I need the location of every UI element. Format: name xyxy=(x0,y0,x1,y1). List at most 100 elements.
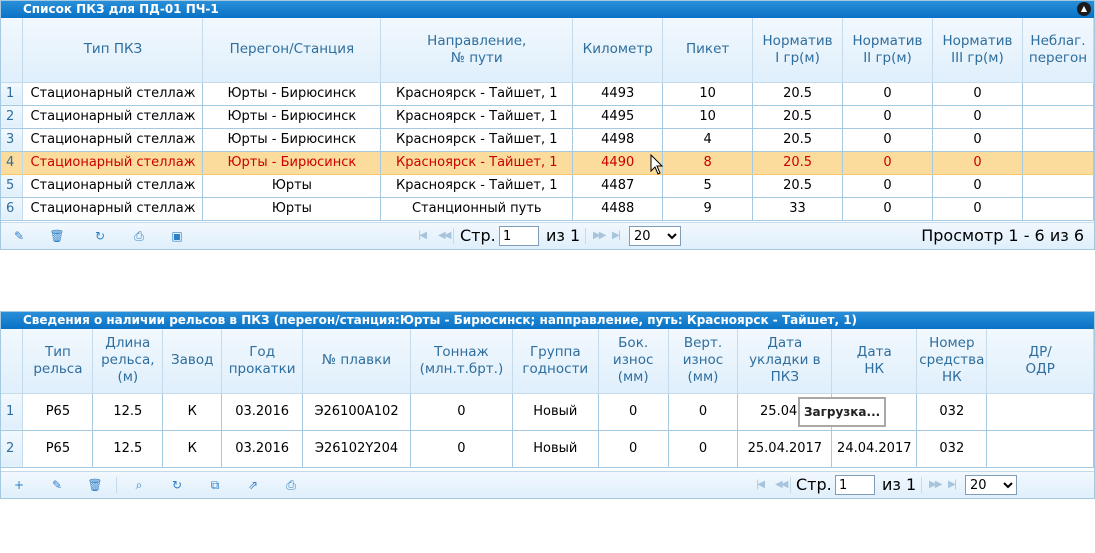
column-header[interactable]: Верт. износ (мм) xyxy=(668,329,739,394)
table-cell: 0 xyxy=(932,197,1023,221)
table-cell xyxy=(1022,128,1095,152)
column-header[interactable]: Дата укладки в ПКЗ xyxy=(737,329,833,394)
rails-title: Сведения о наличии рельсов в ПКЗ (перего… xyxy=(1,312,1094,329)
column-header[interactable]: ДР/ ОДР xyxy=(986,329,1094,394)
row-number: 4 xyxy=(1,151,24,175)
table-cell: 0 xyxy=(932,128,1023,152)
table-cell: Юрты - Бирюсинск xyxy=(202,105,382,129)
add-icon[interactable]: + xyxy=(10,476,28,494)
table-cell: Юрты - Бирюсинск xyxy=(202,82,382,106)
table-row[interactable]: 6 Стационарный стеллаж Юрты Станционный пут… xyxy=(1,197,1095,221)
column-header[interactable]: Бок. износ (мм) xyxy=(598,329,669,394)
column-header[interactable]: Год прокатки xyxy=(221,329,304,394)
delete-icon[interactable]: 🗑 xyxy=(86,476,104,494)
prev-page-icon[interactable]: ◀◀ xyxy=(438,227,451,245)
column-header[interactable]: Тип рельса xyxy=(22,329,94,394)
column-header[interactable]: Тип ПКЗ xyxy=(22,18,204,83)
column-header[interactable]: Норматив I гр(м) xyxy=(752,18,844,83)
table-cell: 0 xyxy=(598,430,669,468)
edit-icon[interactable]: ✎ xyxy=(48,476,66,494)
pkz-pager: ✎ 🗑 ↻ ⎙ ▣ |◀ ◀◀ Стр. из 1 ▶▶ ▶| 20 Просм… xyxy=(1,222,1094,249)
print-icon[interactable]: ⎙ xyxy=(130,227,148,245)
page-size-select[interactable]: 20 xyxy=(629,226,681,246)
table-cell xyxy=(1022,151,1095,175)
mouse-cursor-icon xyxy=(650,154,664,175)
column-header[interactable]: Группа годности xyxy=(512,329,599,394)
table-cell: 4495 xyxy=(572,105,664,129)
refresh-icon[interactable]: ↻ xyxy=(91,227,109,245)
table-cell: 12.5 xyxy=(92,430,164,468)
last-page-icon[interactable]: ▶| xyxy=(948,476,957,494)
column-header[interactable]: Перегон/Станция xyxy=(202,18,382,83)
table-cell: Юрты xyxy=(202,197,382,221)
table-row[interactable]: 4 Стационарный стеллаж Юрты - Бирюсинск Кра… xyxy=(1,151,1095,175)
row-number: 2 xyxy=(1,105,24,129)
table-cell xyxy=(1022,82,1095,106)
table-cell: 20.5 xyxy=(752,128,844,152)
table-cell xyxy=(1022,174,1095,198)
table-cell: Юрты - Бирюсинск xyxy=(202,151,382,175)
column-header[interactable]: Норматив II гр(м) xyxy=(842,18,933,83)
table-cell: 032 xyxy=(916,430,988,468)
column-header[interactable]: Дата НК xyxy=(831,329,918,394)
collapse-icon[interactable]: ▲ xyxy=(1077,2,1091,16)
table-row[interactable]: 3 Стационарный стеллаж Юрты - Бирюсинск Кра… xyxy=(1,128,1095,152)
refresh-icon[interactable]: ↻ xyxy=(168,476,186,494)
table-cell: 0 xyxy=(842,151,933,175)
image-icon[interactable]: ▣ xyxy=(168,227,186,245)
table-cell: К xyxy=(162,393,223,431)
first-page-icon[interactable]: |◀ xyxy=(756,476,765,494)
table-cell: 0 xyxy=(668,430,739,468)
table-cell: 0 xyxy=(932,82,1023,106)
table-cell: 0 xyxy=(842,197,933,221)
rails-table: Тип рельса Длина рельса, (м) Завод Год прок… xyxy=(1,329,1094,468)
table-row[interactable]: 2 Стационарный стеллаж Юрты - Бирюсинск Кра… xyxy=(1,105,1095,129)
column-header[interactable]: Неблаг. перегон xyxy=(1022,18,1095,83)
table-cell: 032 xyxy=(916,393,988,431)
table-row[interactable]: 1 Р65 12.5 К 03.2016 Э26100А102 0 Новый 0 0 25.04.… xyxy=(1,393,1094,431)
next-page-icon[interactable]: ▶▶ xyxy=(929,476,942,494)
table-cell: Стационарный стеллаж xyxy=(22,174,204,198)
column-header[interactable]: № плавки xyxy=(302,329,411,394)
first-page-icon[interactable]: |◀ xyxy=(418,227,427,245)
export-icon[interactable]: ⧉ xyxy=(206,476,224,494)
page-input[interactable] xyxy=(835,475,875,495)
delete-icon[interactable]: 🗑 xyxy=(48,227,66,245)
table-row[interactable]: 2 Р65 12.5 К 03.2016 Э26102Y204 0 Новый 0 0 25.04.… xyxy=(1,430,1094,468)
table-row[interactable]: 1 Стационарный стеллаж Юрты - Бирюсинск Кра… xyxy=(1,82,1095,106)
column-header[interactable]: Направление, № пути xyxy=(380,18,574,83)
pkz-list-panel: Список ПКЗ для ПД-01 ПЧ-1 ▲ Тип ПКЗ Перег… xyxy=(0,0,1095,250)
table-cell xyxy=(986,393,1094,431)
table-row[interactable]: 5 Стационарный стеллаж Юрты Красноярск - Та… xyxy=(1,174,1095,198)
table-cell: Р65 xyxy=(22,393,94,431)
table-cell xyxy=(1022,105,1095,129)
print-icon[interactable]: ⎙ xyxy=(282,476,300,494)
table-cell: 10 xyxy=(662,105,754,129)
search-icon[interactable]: ⌕ xyxy=(130,476,148,494)
open-icon[interactable]: ⇗ xyxy=(244,476,262,494)
column-header[interactable]: Норматив III гр(м) xyxy=(932,18,1023,83)
rails-pager: + ✎ 🗑 ⌕ ↻ ⧉ ⇗ ⎙ |◀ ◀◀ Стр. из 1 ▶▶ ▶| 20 xyxy=(1,471,1094,498)
row-number: 1 xyxy=(1,393,24,431)
table-cell: 10 xyxy=(662,82,754,106)
prev-page-icon[interactable]: ◀◀ xyxy=(775,476,788,494)
column-header[interactable]: Пикет xyxy=(662,18,754,83)
column-header[interactable]: Длина рельса, (м) xyxy=(92,329,164,394)
column-header[interactable]: Километр xyxy=(572,18,664,83)
column-header[interactable]: Тоннаж (млн.т.брт.) xyxy=(410,329,513,394)
page-of-label: из 1 xyxy=(882,475,917,494)
table-cell: 24.04.2017 xyxy=(831,430,918,468)
column-header[interactable]: Завод xyxy=(162,329,223,394)
next-page-icon[interactable]: ▶▶ xyxy=(593,227,606,245)
row-number: 3 xyxy=(1,128,24,152)
column-header[interactable]: Номер средства НК xyxy=(916,329,988,394)
last-page-icon[interactable]: ▶| xyxy=(612,227,621,245)
edit-icon[interactable]: ✎ xyxy=(10,227,28,245)
table-cell: 20.5 xyxy=(752,174,844,198)
table-cell: К xyxy=(162,430,223,468)
table-cell: 4498 xyxy=(572,128,664,152)
page-label: Стр. xyxy=(796,475,832,494)
table-cell: 0 xyxy=(932,151,1023,175)
page-input[interactable] xyxy=(499,226,539,246)
page-size-select[interactable]: 20 xyxy=(965,475,1017,495)
